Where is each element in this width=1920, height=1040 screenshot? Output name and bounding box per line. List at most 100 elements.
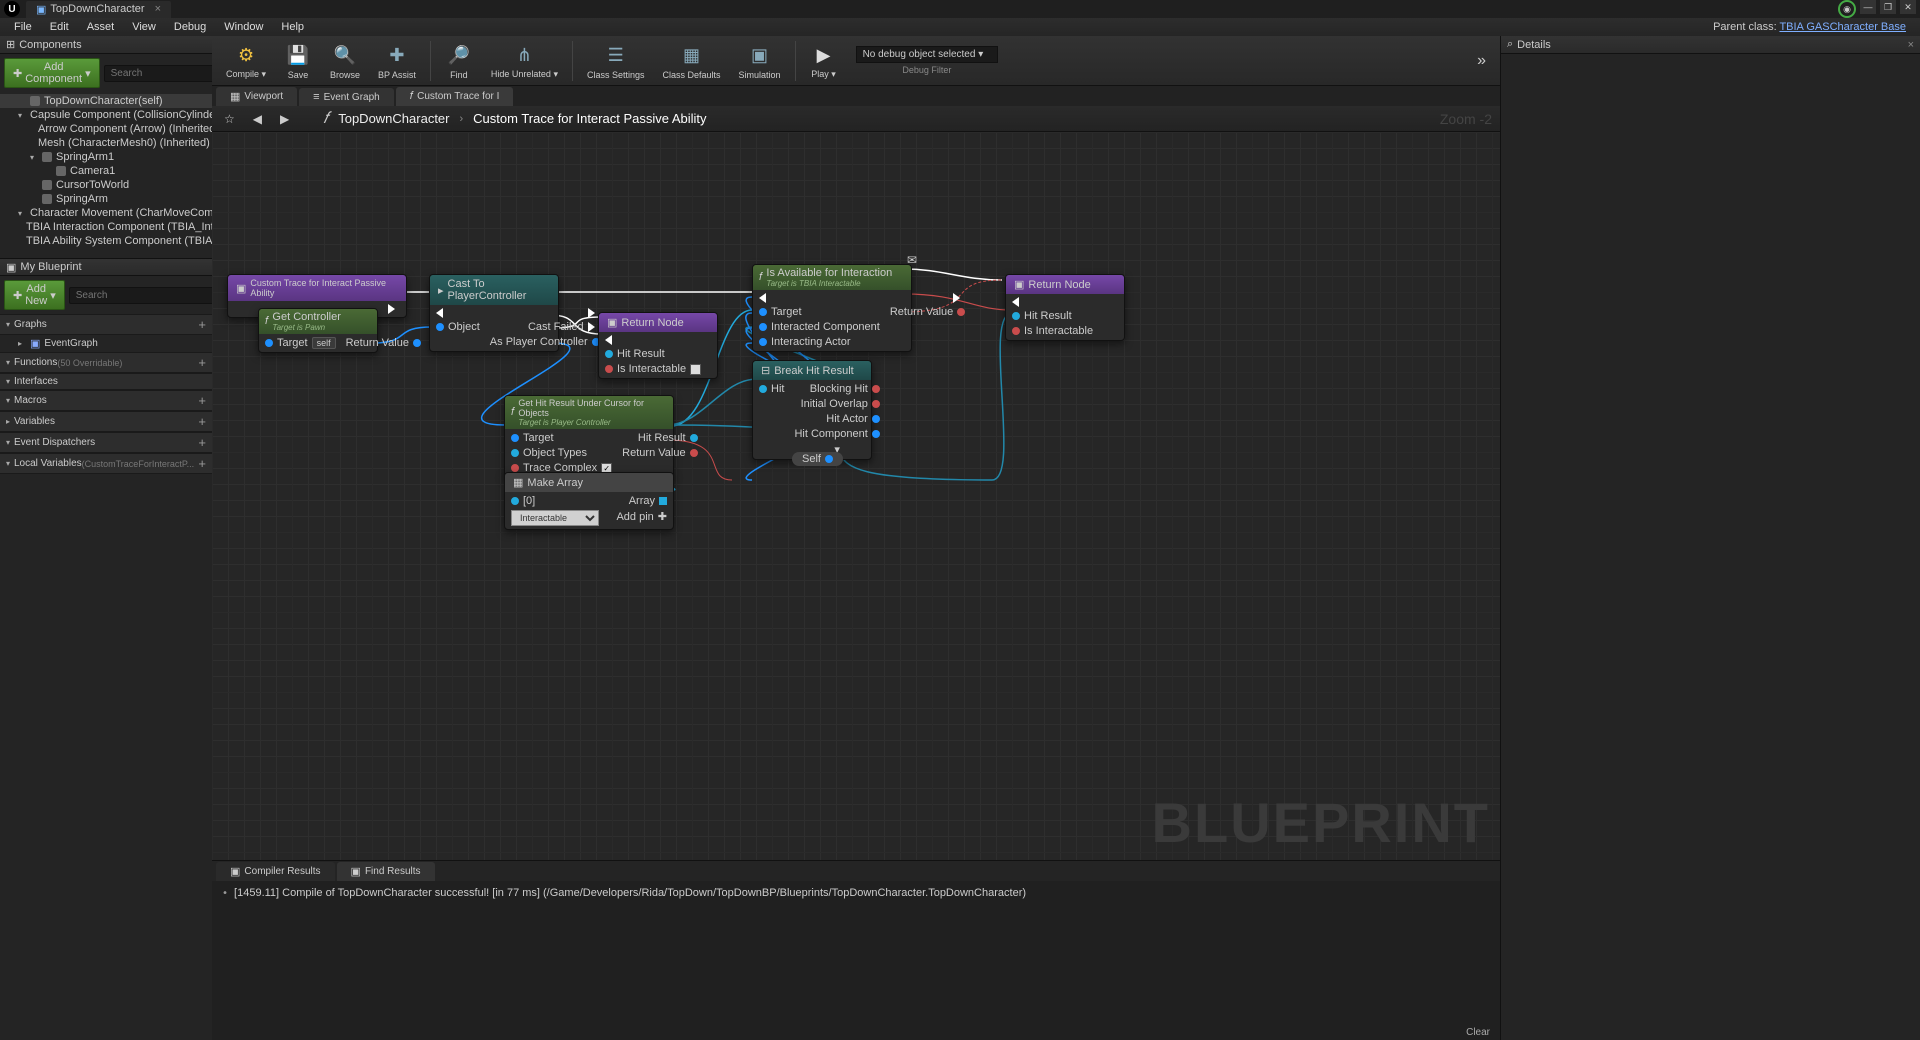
parent-class-link[interactable]: TBIA GASCharacter Base	[1779, 21, 1906, 33]
component-tree-item[interactable]: ▾Capsule Component (CollisionCylinder) (	[0, 108, 212, 122]
exec-out-pin[interactable]	[953, 293, 965, 303]
blueprint-category[interactable]: ▾Functions (50 Overridable)+	[0, 352, 212, 373]
myblueprint-search-input[interactable]	[69, 287, 227, 304]
notify-icon[interactable]: ◉	[1838, 0, 1856, 18]
pin-in[interactable]	[759, 338, 767, 346]
pin-in[interactable]	[1012, 327, 1020, 335]
results-tab[interactable]: ▣Compiler Results	[216, 862, 335, 881]
mail-icon[interactable]: ✉	[907, 253, 917, 267]
menu-file[interactable]: File	[6, 19, 40, 35]
menu-edit[interactable]: Edit	[42, 19, 77, 35]
pin-out[interactable]	[690, 434, 698, 442]
maximize-button[interactable]: ❐	[1880, 0, 1896, 14]
toolbar-play-button[interactable]: ▶Play ▾	[802, 39, 846, 82]
pin-in[interactable]	[759, 385, 767, 393]
pin-in[interactable]	[605, 365, 613, 373]
exec-in-pin[interactable]	[1012, 297, 1019, 307]
toolbar-compile-button[interactable]: ⚙Compile ▾	[218, 39, 274, 82]
add-icon[interactable]: +	[198, 393, 206, 408]
nav-forward-button[interactable]: ▶	[276, 110, 293, 128]
pin-in[interactable]	[511, 464, 519, 472]
pin-in[interactable]	[759, 308, 767, 316]
debug-object-dropdown[interactable]: No debug object selected ▾	[856, 46, 999, 63]
array-value-dropdown[interactable]: Interactable	[511, 510, 599, 526]
toolbar-browse-button[interactable]: 🔍Browse	[322, 40, 368, 82]
blueprint-sub-item[interactable]: ▸▣ EventGraph	[0, 335, 212, 352]
pin-out[interactable]	[659, 497, 667, 505]
pin-in[interactable]	[436, 323, 444, 331]
blueprint-category[interactable]: ▾Graphs+	[0, 314, 212, 335]
component-tree-item[interactable]: CursorToWorld	[0, 178, 212, 192]
node-is-available[interactable]: ✉ 𝑓Is Available for InteractionTarget is…	[752, 264, 912, 352]
editor-tab[interactable]: ≡Event Graph	[299, 88, 394, 106]
graph-canvas[interactable]: ▣Custom Trace for Interact Passive Abili…	[212, 132, 1500, 860]
close-tab-icon[interactable]: ×	[155, 3, 161, 15]
toolbar-save-button[interactable]: 💾Save	[276, 40, 320, 82]
add-icon[interactable]: +	[198, 355, 206, 370]
menu-view[interactable]: View	[124, 19, 164, 35]
details-panel-header[interactable]: ⌕ Details ×	[1501, 36, 1920, 54]
minimize-button[interactable]: —	[1860, 0, 1876, 14]
menu-help[interactable]: Help	[273, 19, 312, 35]
node-return-2[interactable]: ▣Return Node Hit Result Is Interactable	[1005, 274, 1125, 341]
close-panel-icon[interactable]: ×	[1908, 39, 1914, 51]
add-icon[interactable]: +	[198, 317, 206, 332]
menu-debug[interactable]: Debug	[166, 19, 214, 35]
component-tree-item[interactable]: SpringArm	[0, 192, 212, 206]
pin-in[interactable]	[265, 339, 273, 347]
exec-in-pin[interactable]	[759, 293, 766, 303]
blueprint-category[interactable]: ▸Variables+	[0, 411, 212, 432]
close-button[interactable]: ✕	[1900, 0, 1916, 14]
toolbar-find-button[interactable]: 🔎Find	[437, 40, 481, 82]
plus-icon[interactable]: ✚	[658, 510, 667, 523]
toolbar-hide-unrelated-button[interactable]: ⋔Hide Unrelated ▾	[483, 39, 566, 82]
blueprint-category[interactable]: ▾Interfaces	[0, 373, 212, 390]
component-tree-item[interactable]: Mesh (CharacterMesh0) (Inherited)	[0, 136, 212, 150]
node-make-array[interactable]: ▦Make Array [0] Interactable Array Add p…	[504, 472, 674, 530]
toolbar-bp-assist-button[interactable]: ✚BP Assist	[370, 40, 424, 82]
breadcrumb-current[interactable]: Custom Trace for Interact Passive Abilit…	[473, 111, 706, 126]
add-new-button[interactable]: ✚ Add New ▾	[4, 280, 65, 310]
component-tree-item[interactable]: Camera1	[0, 164, 212, 178]
blueprint-category[interactable]: ▾Event Dispatchers+	[0, 432, 212, 453]
pin-out[interactable]	[872, 400, 880, 408]
toolbar-class-settings-button[interactable]: ☰Class Settings	[579, 40, 653, 82]
pin-out[interactable]	[872, 430, 880, 438]
checkbox[interactable]	[690, 364, 701, 375]
results-tab[interactable]: ▣Find Results	[337, 862, 435, 881]
exec-in-pin[interactable]	[605, 335, 612, 345]
exec-in-pin[interactable]	[436, 308, 443, 318]
component-tree-item[interactable]: Arrow Component (Arrow) (Inherited)	[0, 122, 212, 136]
pin-in[interactable]	[759, 323, 767, 331]
pin-out[interactable]	[872, 415, 880, 423]
blueprint-category[interactable]: ▾Macros+	[0, 390, 212, 411]
node-self[interactable]: Self	[792, 452, 843, 466]
add-icon[interactable]: +	[198, 456, 206, 471]
node-cast[interactable]: ▸Cast To PlayerController Object Cast Fa…	[429, 274, 559, 352]
add-icon[interactable]: +	[198, 435, 206, 450]
node-return-1[interactable]: ▣Return Node Hit Result Is Interactable	[598, 312, 718, 379]
pin-out[interactable]	[957, 308, 965, 316]
component-tree-item[interactable]: TBIA Ability System Component (TBIA_Ab	[0, 234, 212, 248]
pin-out[interactable]	[825, 455, 833, 463]
editor-tab[interactable]: ▦Viewport	[216, 87, 297, 106]
editor-tab[interactable]: 𝑓Custom Trace for I	[396, 87, 514, 106]
pin-in[interactable]	[511, 497, 519, 505]
add-pin-button[interactable]: Add pin	[616, 511, 653, 523]
toolbar-class-defaults-button[interactable]: ▦Class Defaults	[655, 40, 729, 82]
nav-back-button[interactable]: ◀	[249, 110, 266, 128]
favorite-icon[interactable]: ☆	[220, 110, 239, 128]
blueprint-category[interactable]: ▾Local Variables (CustomTraceForInteract…	[0, 453, 212, 474]
add-icon[interactable]: +	[198, 414, 206, 429]
node-break-hit[interactable]: ⊟Break Hit Result Hit Blocking Hit Initi…	[752, 360, 872, 460]
components-panel-header[interactable]: ⊞ Components	[0, 36, 212, 54]
clear-button[interactable]: Clear	[212, 1025, 1500, 1040]
menu-window[interactable]: Window	[216, 19, 271, 35]
component-tree-item[interactable]: ▾SpringArm1	[0, 150, 212, 164]
component-tree-item[interactable]: ▾Character Movement (CharMoveComp) (I	[0, 206, 212, 220]
toolbar-simulation-button[interactable]: ▣Simulation	[731, 40, 789, 82]
pin-in[interactable]	[511, 434, 519, 442]
pin-out[interactable]	[690, 449, 698, 457]
pin-in[interactable]	[511, 449, 519, 457]
title-tab[interactable]: ▣ TopDownCharacter ×	[26, 1, 171, 18]
